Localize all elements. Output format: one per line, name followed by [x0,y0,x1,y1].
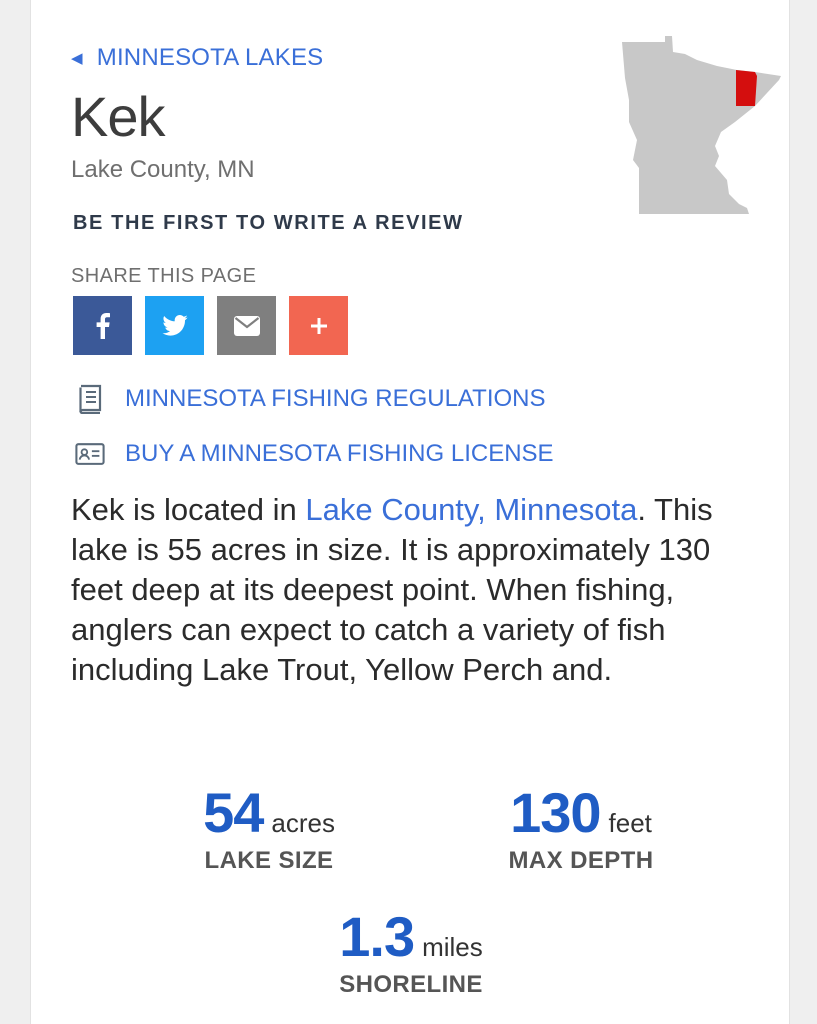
lake-size-unit: acres [271,808,335,838]
facebook-share-button[interactable] [73,296,132,355]
fishing-regulations-link[interactable]: MINNESOTA FISHING REGULATIONS [75,384,546,414]
county-link[interactable]: Lake County, Minnesota [305,492,637,527]
lake-location: Lake County, MN [71,156,255,183]
stat-shoreline: 1.3 miles SHORELINE [301,904,521,999]
description-intro: Kek is located in [71,492,306,527]
breadcrumb-label: MINNESOTA LAKES [96,44,324,71]
max-depth-unit: feet [608,808,652,838]
caret-left-icon: ◀ [71,50,83,67]
lake-size-value: 54 [203,781,264,844]
twitter-icon [161,315,188,336]
plus-icon [310,317,327,334]
share-buttons [73,296,348,355]
facebook-icon [96,312,110,339]
lake-card: ◀ MINNESOTA LAKES Kek Lake County, MN BE… [30,0,790,1024]
fishing-license-label: BUY A MINNESOTA FISHING LICENSE [125,440,554,467]
minnesota-map-graphic [622,36,781,214]
max-depth-label: MAX DEPTH [508,847,654,874]
write-review-link[interactable]: BE THE FIRST TO WRITE A REVIEW [73,212,464,235]
lake-size-label: LAKE SIZE [204,847,334,874]
minnesota-map [617,36,787,223]
breadcrumb-back-link[interactable]: ◀ MINNESOTA LAKES [71,44,323,72]
share-label: SHARE THIS PAGE [71,265,257,287]
id-card-icon [75,442,105,466]
more-share-button[interactable] [289,296,348,355]
email-share-button[interactable] [217,296,276,355]
fishing-license-link[interactable]: BUY A MINNESOTA FISHING LICENSE [75,440,554,468]
minnesota-state-shape [622,36,781,214]
twitter-share-button[interactable] [145,296,204,355]
envelope-icon [233,315,260,336]
stat-lake-size: 54 acres LAKE SIZE [159,780,379,875]
shoreline-value: 1.3 [339,905,415,968]
fishing-regulations-label: MINNESOTA FISHING REGULATIONS [125,385,546,412]
book-icon [75,384,105,414]
lake-description: Kek is located in Lake County, Minnesota… [71,490,761,690]
page-title: Kek [71,85,165,148]
lake-county-highlight [736,70,757,106]
max-depth-value: 130 [510,781,601,844]
stat-max-depth: 130 feet MAX DEPTH [481,780,681,875]
shoreline-unit: miles [422,932,483,962]
shoreline-label: SHORELINE [339,971,483,998]
